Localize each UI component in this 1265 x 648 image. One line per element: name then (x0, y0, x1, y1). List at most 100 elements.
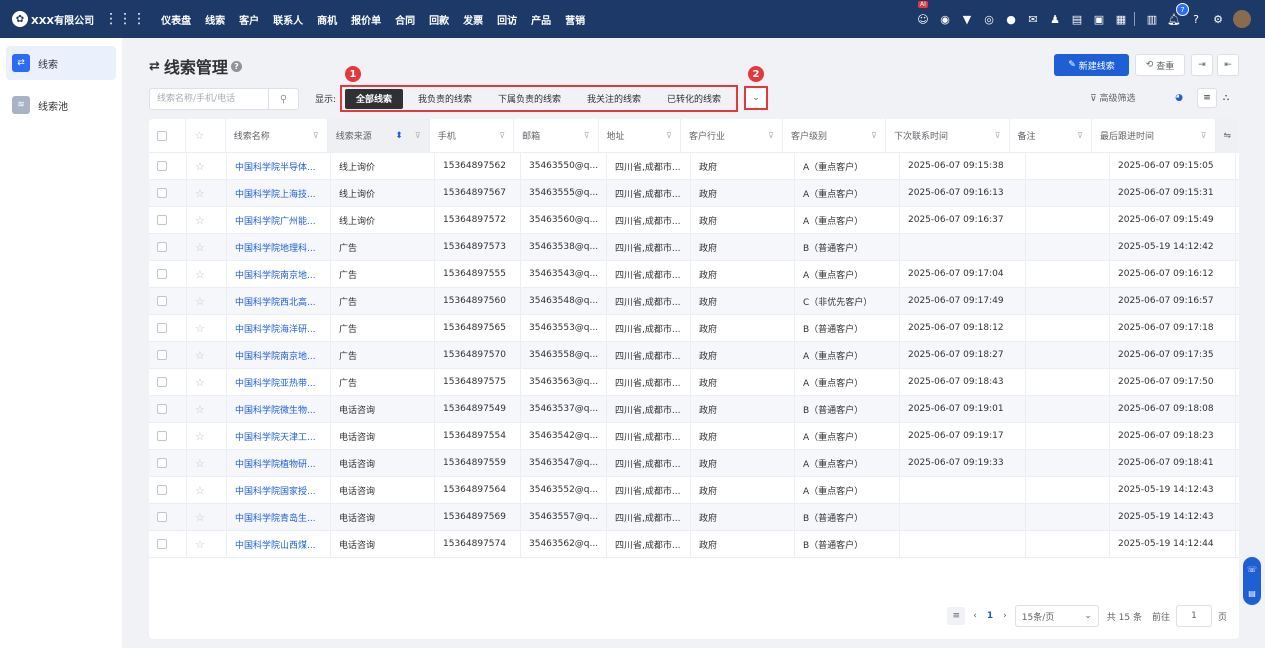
nav-item[interactable]: 发票 (463, 12, 483, 27)
table-row[interactable]: ☆ 中国科学院上海技... 线上询价 15364897567 35463555@q...… (149, 179, 1239, 207)
row-checkbox[interactable] (157, 458, 167, 468)
tab-view[interactable]: 已转化的线索 (656, 88, 732, 109)
mail-icon[interactable]: ✉ (1024, 10, 1042, 28)
clue-name-link[interactable]: 中国科学院青岛生... (227, 503, 331, 531)
clue-name-link[interactable]: 中国科学院南京地... (227, 260, 331, 288)
row-checkbox[interactable] (157, 404, 167, 414)
row-star-cell[interactable]: ☆ (187, 530, 227, 558)
row-checkbox[interactable] (157, 242, 167, 252)
more-views-dropdown[interactable]: ⌄ (744, 86, 768, 110)
page-menu-icon[interactable]: ≡ (947, 607, 966, 625)
document-icon[interactable]: ▤ (1068, 10, 1086, 28)
star-icon[interactable]: ☆ (195, 376, 205, 389)
clue-name-link[interactable]: 中国科学院上海技... (227, 179, 331, 207)
column-header[interactable]: 备注 ⊽ (1010, 118, 1092, 153)
row-select-cell[interactable] (149, 341, 187, 369)
filter-icon[interactable]: ⊽ (768, 131, 774, 140)
advanced-filter-button[interactable]: ⊽ 高级筛选 (1090, 91, 1135, 104)
row-checkbox[interactable] (157, 188, 167, 198)
column-header[interactable]: 邮箱 ⊽ (514, 118, 599, 153)
globe-icon[interactable]: ● (1002, 10, 1020, 28)
column-header[interactable]: 线索来源 ⬍ ⊽ (327, 118, 430, 153)
export-button[interactable]: ⇤ (1217, 54, 1239, 76)
row-checkbox[interactable] (157, 323, 167, 333)
nav-item[interactable]: 回款 (429, 12, 449, 27)
column-header[interactable]: 地址 ⊽ (599, 118, 681, 153)
filter-icon[interactable]: ⊽ (871, 131, 877, 140)
star-icon[interactable]: ☆ (195, 214, 205, 227)
row-select-cell[interactable] (149, 422, 187, 450)
clue-name-link[interactable]: 中国科学院国家授... (227, 476, 331, 504)
next-page-button[interactable]: › (1003, 611, 1007, 621)
search-input[interactable] (150, 89, 268, 109)
row-star-cell[interactable]: ☆ (187, 395, 227, 423)
star-icon[interactable]: ☆ (195, 484, 205, 497)
row-star-cell[interactable]: ☆ (187, 368, 227, 396)
gear-icon[interactable]: ⚙ (1209, 10, 1227, 28)
clue-name-link[interactable]: 中国科学院西北高... (227, 287, 331, 315)
clue-name-link[interactable]: 中国科学院广州能... (227, 206, 331, 234)
column-header[interactable]: 客户行业 ⊽ (681, 118, 783, 153)
tab-view[interactable]: 我关注的线索 (576, 88, 652, 109)
nav-item[interactable]: 合同 (395, 12, 415, 27)
search-icon[interactable]: ⚲ (268, 89, 298, 109)
row-star-cell[interactable]: ☆ (187, 449, 227, 477)
sort-icon[interactable]: ⬍ (395, 131, 403, 141)
nav-item[interactable]: 报价单 (351, 12, 381, 27)
row-select-cell[interactable] (149, 449, 187, 477)
filter-icon[interactable]: ⊽ (584, 131, 590, 140)
row-star-cell[interactable]: ☆ (187, 422, 227, 450)
row-select-cell[interactable] (149, 395, 187, 423)
nav-item[interactable]: 商机 (317, 12, 337, 27)
star-icon[interactable]: ☆ (195, 349, 205, 362)
check-duplicate-button[interactable]: ⟲ 查重 (1135, 54, 1185, 76)
star-icon[interactable]: ☆ (195, 295, 205, 308)
table-row[interactable]: ☆ 中国科学院广州能... 线上询价 15364897572 35463560@q...… (149, 206, 1239, 234)
row-star-cell[interactable]: ☆ (187, 206, 227, 234)
row-checkbox[interactable] (157, 215, 167, 225)
row-checkbox[interactable] (157, 377, 167, 387)
nav-item[interactable]: 客户 (239, 12, 259, 27)
clue-name-link[interactable]: 中国科学院微生物... (227, 395, 331, 423)
select-all-checkbox[interactable] (157, 130, 167, 141)
star-icon[interactable]: ☆ (195, 268, 205, 281)
clue-name-link[interactable]: 中国科学院亚热带... (227, 368, 331, 396)
clue-name-link[interactable]: 中国科学院半导体... (227, 152, 331, 180)
new-clue-button[interactable]: ✎ 新建线索 (1054, 54, 1129, 76)
tab-view[interactable]: 我负责的线索 (407, 88, 483, 109)
filter-icon[interactable]: ⊽ (995, 131, 1001, 140)
avatar[interactable] (1233, 10, 1251, 28)
clue-name-link[interactable]: 中国科学院山西煤... (227, 530, 331, 558)
table-row[interactable]: ☆ 中国科学院植物研... 电话咨询 15364897559 35463547@q...… (149, 449, 1239, 477)
row-star-cell[interactable]: ☆ (187, 152, 227, 180)
current-page[interactable]: 1 (987, 611, 993, 621)
row-select-cell[interactable] (149, 152, 187, 180)
nav-item[interactable]: 产品 (531, 12, 551, 27)
company-logo[interactable]: ✿ XXX有限公司 (12, 11, 94, 27)
filter-icon[interactable]: ⊽ (415, 131, 421, 140)
star-icon[interactable]: ☆ (195, 241, 205, 254)
column-header[interactable]: 线索名称 ⊽ (226, 118, 328, 153)
row-select-cell[interactable] (149, 530, 187, 558)
column-header[interactable]: 手机 ⊽ (430, 118, 515, 153)
nav-item[interactable]: 营销 (565, 12, 585, 27)
star-icon[interactable]: ☆ (195, 457, 205, 470)
column-header[interactable]: 最后跟进时间 ⊽ (1092, 118, 1216, 153)
table-row[interactable]: ☆ 中国科学院青岛生... 电话咨询 15364897569 35463557@q...… (149, 503, 1239, 531)
goto-input[interactable]: 1 (1175, 605, 1212, 627)
user-icon[interactable]: ♟ (1046, 10, 1064, 28)
star-icon[interactable]: ☆ (195, 160, 205, 173)
contacts-icon[interactable]: ▣ (1090, 10, 1108, 28)
page-size-select[interactable]: 15条/页 ⌄ (1014, 605, 1099, 627)
row-checkbox[interactable] (157, 539, 167, 549)
filter-icon[interactable]: ⊽ (1077, 131, 1083, 140)
table-row[interactable]: ☆ 中国科学院西北高... 广告 15364897560 35463548@q... 四川… (149, 287, 1239, 315)
table-row[interactable]: ☆ 中国科学院海洋研... 广告 15364897565 35463553@q... 四川… (149, 314, 1239, 342)
row-checkbox[interactable] (157, 431, 167, 441)
row-select-cell[interactable] (149, 206, 187, 234)
filter-icon[interactable]: ⊽ (313, 131, 319, 140)
row-checkbox[interactable] (157, 485, 167, 495)
star-icon[interactable]: ☆ (195, 511, 205, 524)
row-checkbox[interactable] (157, 296, 167, 306)
nav-item[interactable]: 回访 (497, 12, 517, 27)
